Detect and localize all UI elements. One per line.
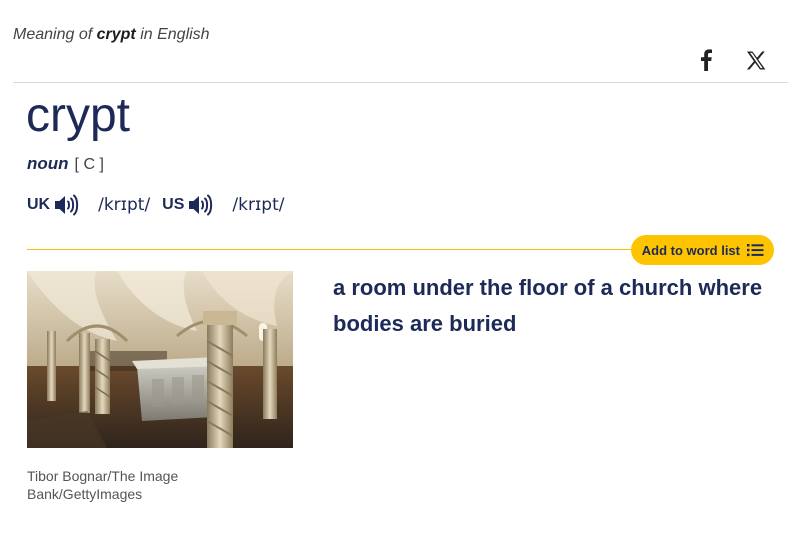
part-of-speech: noun — [27, 154, 69, 173]
region-us: US — [162, 196, 185, 213]
facebook-icon — [701, 49, 712, 71]
pronunciation-line: UK /krɪpt/ US /krɪpt/ — [27, 193, 296, 217]
facebook-share-button[interactable] — [692, 46, 720, 74]
meaning-prefix: Meaning of — [13, 26, 93, 43]
uk-ipa: /krɪpt/ — [98, 195, 151, 215]
us-ipa: /krɪpt/ — [232, 195, 285, 215]
us-audio-button[interactable] — [188, 193, 214, 217]
dictionary-entry-page: Meaning of crypt in English crypt noun [… — [0, 0, 800, 540]
share-bar — [692, 46, 770, 74]
x-icon — [746, 51, 766, 69]
meaning-word: crypt — [96, 26, 136, 43]
add-to-word-list-button[interactable]: Add to word list — [630, 235, 774, 265]
list-icon — [747, 244, 764, 257]
header-divider — [13, 82, 788, 83]
uk-audio-button[interactable] — [54, 193, 80, 217]
grammar-code: [ C ] — [74, 156, 104, 173]
add-to-word-list-label: Add to word list — [641, 242, 740, 258]
speaker-icon — [55, 194, 79, 216]
image-credit: Tibor Bognar/The Image Bank/GettyImages — [27, 468, 179, 502]
definition-text: a room under the floor of a church where… — [333, 275, 763, 336]
crypt-photo — [27, 271, 293, 448]
grammar-line: noun [ C ] — [27, 154, 104, 174]
headword: crypt — [26, 89, 131, 142]
region-uk: UK — [27, 196, 51, 213]
meaning-heading: Meaning of crypt in English — [13, 26, 210, 44]
crypt-illustration — [27, 271, 293, 448]
x-share-button[interactable] — [742, 46, 770, 74]
meaning-suffix: in English — [140, 26, 210, 43]
speaker-icon — [189, 194, 213, 216]
